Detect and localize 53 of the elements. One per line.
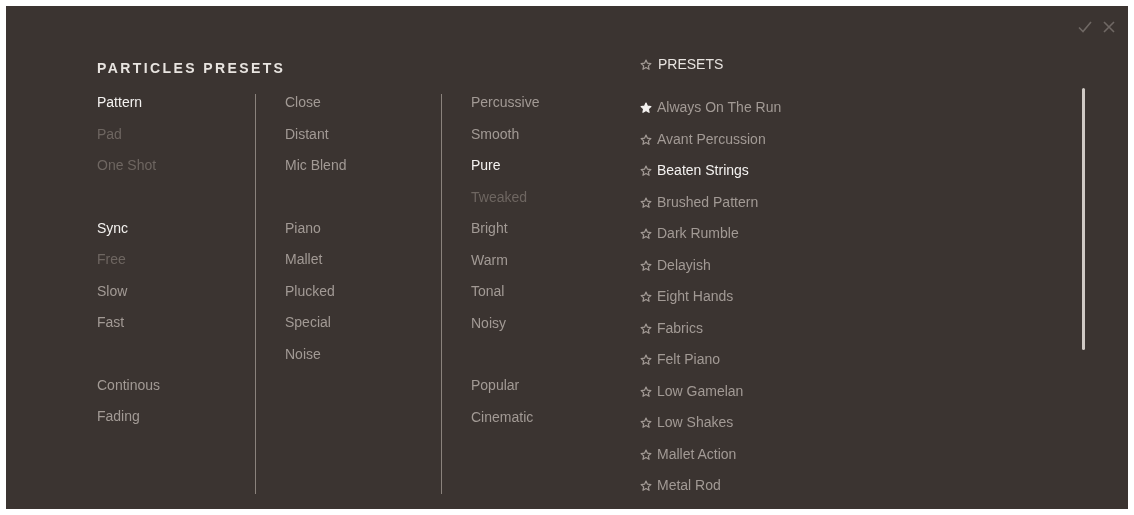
filter-option[interactable]: Continous xyxy=(97,376,161,408)
star-icon[interactable] xyxy=(640,480,652,492)
filter-option[interactable]: Special xyxy=(285,314,331,346)
preset-item[interactable]: Felt Piano xyxy=(640,351,721,383)
preset-item[interactable]: Avant Percussion xyxy=(640,130,766,162)
star-icon[interactable] xyxy=(640,354,652,366)
preset-item[interactable]: Metal Rod xyxy=(640,477,721,509)
filter-option[interactable]: Warm xyxy=(471,251,508,283)
preset-item[interactable]: Beaten Strings xyxy=(640,162,749,194)
star-icon[interactable] xyxy=(640,259,652,272)
star-icon[interactable] xyxy=(640,196,652,209)
star-icon[interactable] xyxy=(640,385,652,398)
preset-item[interactable]: Mallet Action xyxy=(640,445,737,477)
preset-item[interactable]: Eight Hands xyxy=(640,288,734,320)
presets-header: PRESETS xyxy=(658,56,724,73)
scrollbar[interactable] xyxy=(1082,88,1085,350)
filter-option[interactable]: Plucked xyxy=(285,282,335,314)
preset-item[interactable]: Delayish xyxy=(640,256,711,288)
star-icon[interactable] xyxy=(640,448,652,461)
filled-star-icon[interactable] xyxy=(640,102,652,114)
preset-item[interactable]: Always On The Run xyxy=(640,99,782,131)
filter-option[interactable]: Bright xyxy=(471,220,508,252)
filter-option[interactable]: Smooth xyxy=(471,125,520,157)
panel-title: PARTICLES PRESETS xyxy=(97,60,287,78)
filter-option[interactable]: Pure xyxy=(471,157,501,189)
filter-option[interactable]: Noise xyxy=(285,345,321,377)
preset-item[interactable]: Low Shakes xyxy=(640,414,734,446)
filter-option[interactable]: Slow xyxy=(97,282,128,314)
filter-option[interactable]: Fast xyxy=(97,314,125,346)
star-icon[interactable] xyxy=(640,417,652,429)
filter-option[interactable]: Tonal xyxy=(471,283,505,315)
star-icon[interactable] xyxy=(640,322,652,335)
star-icon[interactable] xyxy=(640,228,652,240)
filter-option[interactable]: Sync xyxy=(97,219,129,251)
star-icon[interactable] xyxy=(640,291,652,303)
filter-option[interactable]: Cinematic xyxy=(471,408,534,440)
filter-option[interactable]: Mic Blend xyxy=(285,157,347,189)
filter-option[interactable]: Distant xyxy=(285,125,329,157)
filter-option[interactable]: Close xyxy=(285,94,321,126)
preset-item[interactable]: Low Gamelan xyxy=(640,382,744,414)
filter-option[interactable]: Pattern xyxy=(97,94,143,126)
filter-option[interactable]: Percussive xyxy=(471,94,540,126)
filter-option[interactable]: Noisy xyxy=(471,314,506,346)
star-icon[interactable] xyxy=(640,133,652,146)
preset-item[interactable]: Dark Rumble xyxy=(640,225,739,257)
filter-option[interactable]: Popular xyxy=(471,377,520,409)
filter-option[interactable]: Fading xyxy=(97,408,140,440)
preset-item[interactable]: Brushed Pattern xyxy=(640,193,759,225)
preset-item[interactable]: Fabrics xyxy=(640,319,703,351)
filter-option[interactable]: Piano xyxy=(285,219,321,251)
star-icon[interactable] xyxy=(640,165,652,177)
star-icon[interactable] xyxy=(640,59,652,71)
filter-option[interactable]: Mallet xyxy=(285,251,323,283)
